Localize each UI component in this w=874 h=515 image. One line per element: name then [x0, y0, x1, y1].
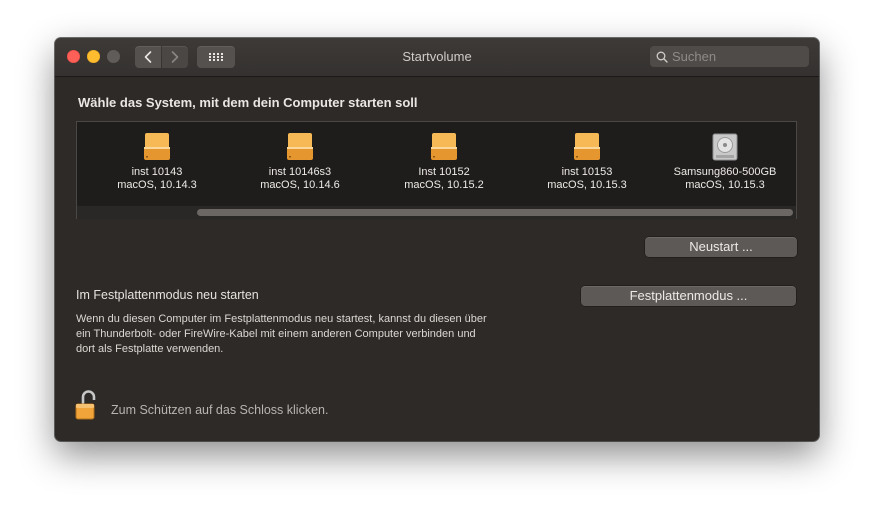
disk-name: Samsung860-500GB [673, 166, 777, 178]
lock-open-icon[interactable] [73, 388, 101, 422]
disk-item[interactable]: Inst 10152 macOS, 10.15.2 [379, 132, 509, 192]
external-orange-disk-icon [287, 133, 313, 160]
disk-os: macOS, 10.15.3 [547, 179, 627, 191]
restart-button[interactable]: Neustart ... [645, 237, 797, 257]
disk-os: macOS, 10.15.3 [685, 179, 765, 191]
external-orange-disk-icon [431, 133, 457, 160]
disk-item[interactable]: inst 10153 macOS, 10.15.3 [522, 132, 652, 192]
internal-hard-disk-icon [712, 133, 738, 161]
search-icon [656, 51, 668, 63]
disk-os: macOS, 10.14.6 [260, 179, 340, 191]
disk-name: Inst 10152 [418, 166, 470, 178]
disk-name: inst 10146s3 [268, 166, 332, 178]
disk-item[interactable]: Samsung860-500GB macOS, 10.15.3 [660, 132, 790, 192]
disk-item[interactable]: inst 10143 macOS, 10.14.3 [92, 132, 222, 192]
horizontal-scrollbar[interactable] [77, 206, 796, 219]
disk-os: macOS, 10.14.3 [117, 179, 197, 191]
target-disk-mode-button[interactable]: Festplattenmodus ... [581, 286, 796, 306]
title-bar: Startvolume [55, 38, 819, 77]
preferences-window: Startvolume Wähle das System, mit dem de… [55, 38, 819, 441]
external-orange-disk-icon [574, 133, 600, 160]
startup-disk-heading: Wähle das System, mit dem dein Computer … [78, 95, 418, 110]
disk-item[interactable]: inst 10146s3 macOS, 10.14.6 [235, 132, 365, 192]
target-mode-description: Wenn du diesen Computer im Festplattenmo… [76, 313, 487, 355]
scrollbar-thumb[interactable] [197, 209, 793, 216]
external-orange-disk-icon [144, 133, 170, 160]
disk-list: inst 10143 macOS, 10.14.3 inst 10146s3 m… [76, 121, 797, 219]
target-mode-label: Im Festplattenmodus neu starten [76, 288, 259, 302]
lock-hint: Zum Schützen auf das Schloss klicken. [111, 403, 329, 417]
disk-name: inst 10143 [131, 166, 183, 178]
search-input[interactable] [650, 46, 809, 67]
disk-os: macOS, 10.15.2 [404, 179, 484, 191]
disk-name: inst 10153 [561, 166, 613, 178]
